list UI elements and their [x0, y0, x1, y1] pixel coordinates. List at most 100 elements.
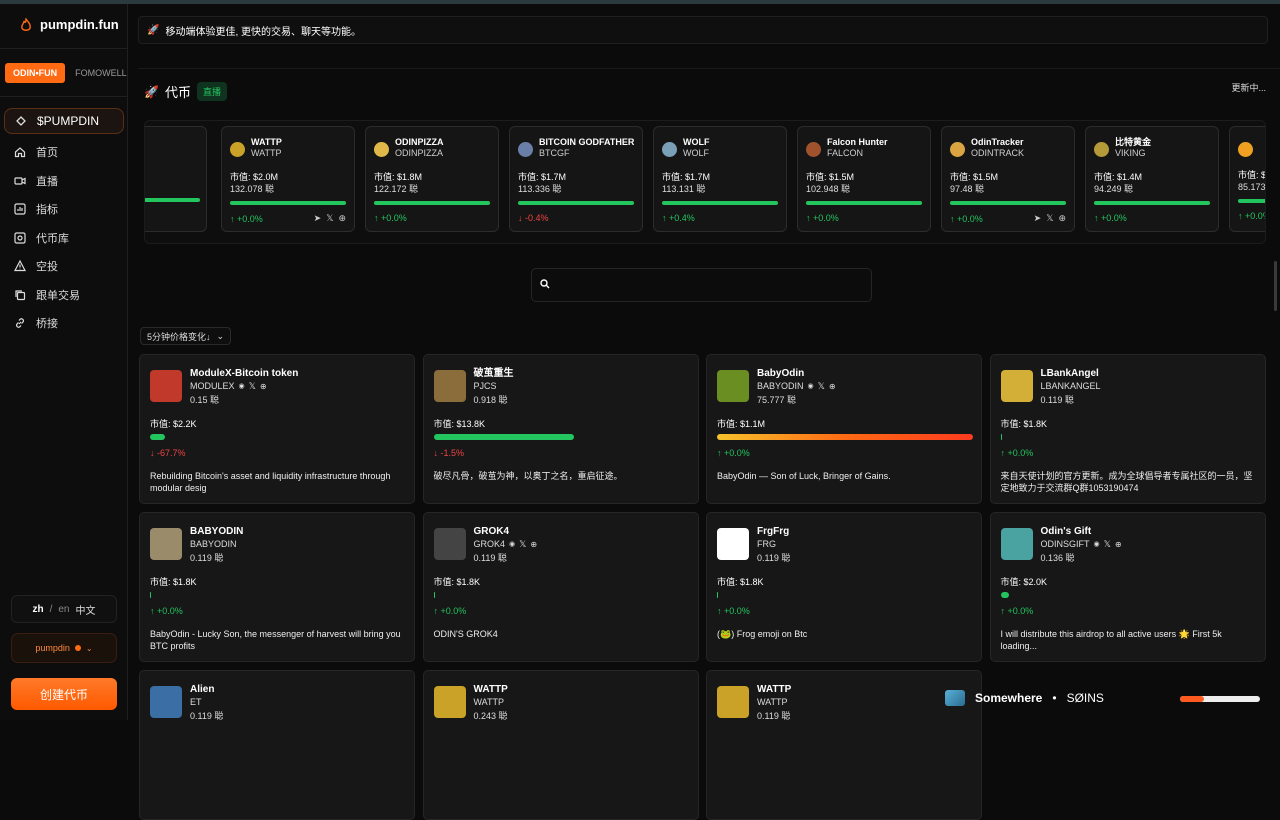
progress-track	[150, 592, 406, 598]
lang-zh[interactable]: zh	[32, 604, 43, 615]
tab-odin-fun[interactable]: ODIN•FUN	[5, 63, 66, 83]
progress-track	[1000, 434, 1257, 440]
price-change: ↑ +0.0%	[434, 606, 688, 616]
ticker-footer: ↑ +0.0% ➤ 𝕏 ⊕	[230, 213, 346, 224]
token-card[interactable]: Alien ET 0.119 聪	[139, 670, 415, 820]
verified-icon: ◉	[1093, 541, 1100, 548]
x-icon[interactable]: 𝕏	[818, 380, 825, 393]
progress-bar	[150, 592, 151, 598]
sidebar-item-live[interactable]: 直播	[4, 167, 124, 195]
token-card[interactable]: Odin's Gift ODINSGIFT ◉ 𝕏 ⊕ 0.136 聪市值: $2.0K ↑…	[989, 512, 1266, 662]
token-ticker: FRG	[757, 539, 776, 549]
x-icon[interactable]: 𝕏	[1046, 213, 1053, 224]
globe-icon[interactable]: ⊕	[338, 213, 346, 224]
player-progress[interactable]	[1180, 696, 1260, 702]
updating-status: 更新中...	[1231, 83, 1266, 93]
token-name: ODINPIZZA	[395, 137, 444, 147]
globe-icon[interactable]: ⊕	[1058, 213, 1066, 224]
token-price: 0.918 聪	[473, 395, 508, 405]
create-token-button[interactable]: 创建代币	[11, 678, 117, 710]
progress-bar	[1238, 199, 1265, 203]
ticker-card-partial[interactable]	[145, 126, 207, 232]
lang-separator: /	[49, 603, 53, 615]
token-ticker: ODINTRACK	[971, 148, 1025, 158]
x-icon[interactable]: 𝕏	[1104, 538, 1111, 551]
arrow-up-icon: ↑	[806, 213, 814, 223]
section-divider	[138, 68, 1280, 69]
ticker-card[interactable]: 市值: $1.4M 85.173 聪 ↑ +0.0%	[1229, 126, 1266, 232]
ticker-card[interactable]: ODINPIZZA ODINPIZZA 市值: $1.8M 122.172 聪 ↑ +0…	[365, 126, 499, 232]
search-bar[interactable]	[531, 268, 872, 302]
ticker-card[interactable]: 比特黄金 VIKING 市值: $1.4M 94.249 聪 ↑ +0.0%	[1085, 126, 1219, 232]
ticker-footer: ↑ +0.0% ➤ 𝕏 ⊕	[950, 213, 1066, 224]
globe-icon[interactable]: ⊕	[260, 380, 267, 393]
token-ticker: ODINPIZZA	[395, 148, 444, 158]
wallet-button[interactable]: pumpdin ⌄	[11, 633, 117, 663]
music-player[interactable]: Somewhere • SØINS	[945, 690, 1104, 706]
token-card[interactable]: ModuleX-Bitcoin token MODULEX ◉ 𝕏 ⊕ 0.15 聪市值:…	[139, 354, 415, 504]
price-change: ↑ +0.0%	[1238, 211, 1265, 221]
sidebar-item-pumpdin[interactable]: $PUMPDIN	[4, 108, 124, 134]
token-card[interactable]: 破茧重生 PJCS 0.918 聪市值: $13.8K ↓ -1.5% 破尽凡骨，破茧为…	[422, 354, 699, 504]
market-cap: 市值: $2.2K	[150, 419, 197, 429]
token-avatar	[1238, 142, 1253, 157]
sidebar-item-metrics[interactable]: 指标	[4, 195, 124, 223]
telegram-icon[interactable]: ➤	[1034, 213, 1042, 224]
token-info: WATTP WATTP 0.119 聪	[757, 683, 791, 723]
token-ticker: ODINSGIFT	[1040, 539, 1090, 549]
token-ticker-row: GROK4 ◉ 𝕏 ⊕	[474, 538, 538, 551]
ticker-card[interactable]: Falcon Hunter FALCON 市值: $1.5M 102.948 聪 ↑ +…	[797, 126, 931, 232]
token-ticker: BTCGF	[539, 148, 570, 158]
ticker-card[interactable]: WOLF WOLF 市值: $1.7M 113.131 聪 ↑ +0.4%	[653, 126, 787, 232]
token-card[interactable]: GROK4 GROK4 ◉ 𝕏 ⊕ 0.119 聪市值: $1.8K ↑ +0.0% ODIN…	[422, 512, 699, 662]
token-avatar	[150, 370, 182, 402]
token-card[interactable]: WATTP WATTP 0.243 聪	[422, 670, 699, 820]
token-price: 97.48 聪	[950, 184, 985, 194]
token-avatar	[150, 528, 182, 560]
token-name: WATTP	[251, 137, 282, 147]
tab-fomowell[interactable]: FOMOWELL	[67, 63, 135, 83]
progress-track	[717, 434, 973, 440]
token-info: 破茧重生 PJCS 0.918 聪	[474, 367, 514, 407]
globe-icon[interactable]: ⊕	[530, 538, 537, 551]
arrow-down-icon: ↓	[518, 213, 526, 223]
sidebar-item-bridge[interactable]: 桥接	[4, 309, 124, 337]
scrollbar[interactable]	[1274, 261, 1277, 311]
token-info: WATTP WATTP 0.243 聪	[474, 683, 508, 723]
token-card[interactable]: FrgFrg FRG 0.119 聪市值: $1.8K ↑ +0.0% (🐸) Frog…	[706, 512, 982, 662]
telegram-icon[interactable]: ➤	[314, 213, 322, 224]
ticker-card[interactable]: OdinTracker ODINTRACK 市值: $1.5M 97.48 聪 ↑ +0…	[941, 126, 1075, 232]
globe-icon[interactable]: ⊕	[829, 380, 836, 393]
trending-ticker[interactable]: WATTP WATTP 市值: $2.0M 132.078 聪 ↑ +0.0% ➤ 𝕏 ⊕ OD…	[144, 120, 1266, 244]
ticker-card[interactable]: BITCOIN GODFATHER BTCGF 市值: $1.7M 113.336 聪…	[509, 126, 643, 232]
ticker-footer: ↑ +0.0%	[1238, 211, 1265, 221]
sidebar-item-home[interactable]: 首页	[4, 138, 124, 166]
token-card[interactable]: BabyOdin BABYODIN ◉ 𝕏 ⊕ 75.777 聪市值: $1.1M ↑ +0…	[706, 354, 982, 504]
token-info: ODINPIZZA ODINPIZZA	[395, 136, 444, 159]
token-card[interactable]: BABYODIN BABYODIN 0.119 聪市值: $1.8K ↑ +0.0% B…	[139, 512, 415, 662]
market-cap: 市值: $1.5M	[950, 172, 999, 182]
language-switcher[interactable]: zh / en 中文	[11, 595, 117, 623]
x-icon[interactable]: 𝕏	[519, 538, 526, 551]
globe-icon[interactable]: ⊕	[1115, 538, 1122, 551]
lang-en[interactable]: en	[58, 604, 69, 615]
token-ticker-row: MODULEX ◉ 𝕏 ⊕	[190, 380, 298, 393]
x-icon[interactable]: 𝕏	[326, 213, 333, 224]
sidebar-item-label: 指标	[36, 204, 58, 216]
token-info: ModuleX-Bitcoin token MODULEX ◉ 𝕏 ⊕ 0.15 聪	[190, 367, 298, 407]
token-ticker: WATTP	[251, 148, 282, 158]
market-cap: 市值: $1.4M	[1238, 170, 1266, 180]
x-icon[interactable]: 𝕏	[249, 380, 256, 393]
mobile-banner[interactable]: 🚀 移动端体验更佳, 更快的交易、聊天等功能。	[138, 16, 1268, 44]
verified-icon: ◉	[238, 383, 245, 390]
price-change-value: +0.0%	[1007, 448, 1034, 458]
sort-dropdown[interactable]: 5分钟价格变化↓ ⌄	[140, 327, 232, 345]
sidebar-item-airdrop[interactable]: 空投	[4, 252, 124, 280]
search-input[interactable]	[556, 279, 856, 291]
sidebar-item-library[interactable]: 代币库	[4, 224, 124, 252]
logo[interactable]: pumpdin.fun	[20, 17, 119, 32]
token-card[interactable]: LBankAngel LBANKANGEL 0.119 聪市值: $1.8K ↑ +0…	[989, 354, 1266, 504]
sidebar-item-copy-trade[interactable]: 跟单交易	[4, 281, 124, 309]
ticker-card[interactable]: WATTP WATTP 市值: $2.0M 132.078 聪 ↑ +0.0% ➤ 𝕏 ⊕	[221, 126, 355, 232]
token-card[interactable]: WATTP WATTP 0.119 聪	[706, 670, 982, 820]
